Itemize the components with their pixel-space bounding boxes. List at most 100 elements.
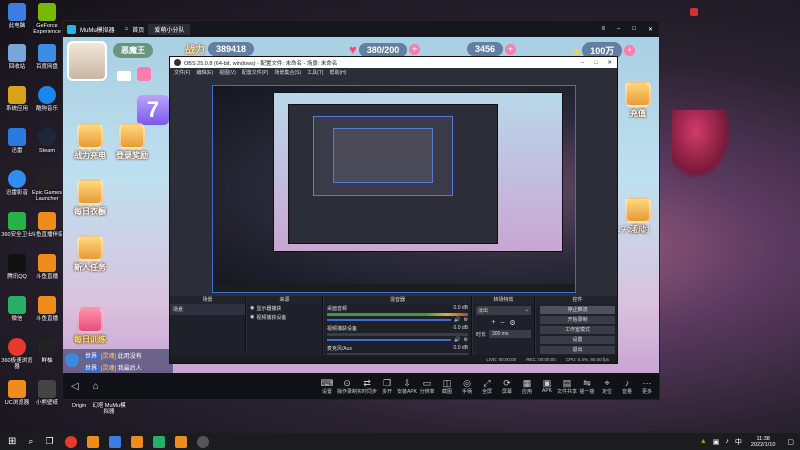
desktop-icon-wallpaper[interactable]: 小熊壁纸 bbox=[30, 380, 64, 406]
taskbar-app-douyu-icon[interactable] bbox=[86, 435, 99, 448]
desktop-icon-system[interactable]: 系统应用 bbox=[0, 86, 34, 112]
windows-start-icon[interactable]: ⊞ bbox=[8, 436, 16, 447]
taskbar-app-obs-icon[interactable] bbox=[196, 435, 209, 448]
eye-icon[interactable]: ◉ bbox=[250, 305, 254, 312]
obs-preview[interactable] bbox=[212, 85, 576, 293]
desktop-icon-recycle-bin[interactable]: 回收站 bbox=[0, 44, 34, 70]
remove-transition-icon[interactable]: – bbox=[500, 319, 504, 327]
add-transition-icon[interactable]: + bbox=[491, 319, 495, 327]
transition-select[interactable]: 淡出 ⌄ bbox=[476, 306, 531, 315]
desktop-icon-origin[interactable]: Origin bbox=[62, 403, 96, 409]
game-button-login-reward[interactable]: 登录奖励 bbox=[115, 123, 149, 161]
add-gold-icon[interactable]: + bbox=[624, 45, 636, 56]
desktop-icon-douyu-1[interactable]: 斗鱼直播伴侣 bbox=[30, 212, 64, 238]
search-icon[interactable]: ⌕ bbox=[28, 436, 33, 447]
toolbar-files[interactable]: ▤ 文件共享 bbox=[557, 378, 577, 395]
desktop-icon-wechat[interactable]: 微信 bbox=[0, 296, 34, 322]
add-diamond-icon[interactable]: + bbox=[505, 43, 517, 55]
scene-item[interactable]: 场景 bbox=[170, 304, 245, 315]
level-badge[interactable]: 7 bbox=[137, 95, 169, 125]
transition-settings-icon[interactable]: ⚙ bbox=[509, 319, 515, 327]
notification-icon[interactable]: ▢ bbox=[787, 438, 794, 446]
maximize-icon[interactable]: □ bbox=[632, 26, 636, 32]
toolbar-resolution[interactable]: ▭ 分辨率 bbox=[417, 378, 437, 395]
desktop-icon-this-pc[interactable]: 此电脑 bbox=[0, 3, 34, 29]
toolbar-record[interactable]: ⊙ 操作录制 bbox=[337, 378, 357, 395]
minimize-icon[interactable]: – bbox=[617, 26, 620, 32]
track-settings-icon[interactable]: ⚙ bbox=[464, 337, 468, 343]
volume-slider[interactable] bbox=[327, 339, 452, 341]
toolbar-volume[interactable]: ♪ 音量 bbox=[617, 378, 637, 395]
menu-scene-collection[interactable]: 场景集合(S) bbox=[274, 69, 301, 76]
obs-close-icon[interactable]: ✕ bbox=[607, 60, 612, 66]
menu-edit[interactable]: 编辑(E) bbox=[196, 69, 213, 76]
mail-icon[interactable] bbox=[117, 71, 131, 81]
studio-mode-button[interactable]: 工作室模式 bbox=[540, 326, 615, 334]
menu-file[interactable]: 文件(F) bbox=[174, 69, 190, 76]
obs-minimize-icon[interactable]: – bbox=[581, 60, 584, 66]
duration-input[interactable]: 300 ms bbox=[489, 330, 531, 338]
game-button-newbie-task[interactable]: 新人任务 bbox=[73, 235, 107, 273]
menu-tools[interactable]: 工具(T) bbox=[307, 69, 323, 76]
game-button-charge[interactable]: 战力充电 bbox=[73, 123, 107, 161]
desktop-icon-douyu-2[interactable]: 斗鱼直播 bbox=[30, 254, 64, 280]
start-recording-button[interactable]: 开始录制 bbox=[540, 316, 615, 324]
desktop-icon-360[interactable]: 360安全卫士 bbox=[0, 212, 34, 238]
desktop-icon-baidu[interactable]: 百度网盘 bbox=[30, 44, 64, 70]
taskbar-app-wechat-icon[interactable] bbox=[152, 435, 165, 448]
exit-button[interactable]: 退出 bbox=[540, 346, 615, 354]
desktop-icon-xianyou[interactable]: 鲜柚 bbox=[30, 338, 64, 364]
tray-volume-icon[interactable]: ♪ bbox=[725, 438, 729, 445]
avatar[interactable] bbox=[67, 41, 107, 81]
toolbar-more[interactable]: ⋯ 更多 bbox=[637, 378, 657, 395]
toolbar-apps[interactable]: ▦ 应用 bbox=[517, 378, 537, 395]
stop-streaming-button[interactable]: 停止推流 bbox=[540, 306, 615, 314]
speaker-icon[interactable]: 🔊 bbox=[454, 317, 460, 323]
desktop-icon-xunlei-video[interactable]: 迅雷影音 bbox=[0, 170, 34, 196]
track-settings-icon[interactable]: ⚙ bbox=[464, 317, 468, 323]
tray-nvidia-icon[interactable]: ▲ bbox=[700, 438, 707, 445]
tab-game[interactable]: 爱萌小分队 bbox=[148, 23, 191, 35]
desktop-icon-360browser[interactable]: 360极速浏览器 bbox=[0, 338, 34, 370]
clock[interactable]: 11:38 2022/1/10 bbox=[751, 436, 775, 448]
add-stamina-icon[interactable]: + bbox=[409, 44, 421, 55]
menu-profile[interactable]: 配置文件(P) bbox=[242, 69, 269, 76]
taskbar-app-douyu2-icon[interactable] bbox=[130, 435, 143, 448]
toolbar-shake[interactable]: ⇋ 摇一摇 bbox=[577, 378, 597, 395]
close-icon[interactable]: ✕ bbox=[648, 26, 653, 33]
tab-home[interactable]: 首页 bbox=[132, 25, 144, 34]
taskbar-app-explorer-icon[interactable] bbox=[108, 435, 121, 448]
home-button-icon[interactable]: ⌂ bbox=[93, 381, 99, 392]
taskbar-app-douyu3-icon[interactable] bbox=[174, 435, 187, 448]
eye-icon[interactable]: ◉ bbox=[250, 314, 254, 321]
desktop-icon-epic[interactable]: Epic Games Launcher bbox=[30, 170, 64, 202]
toolbar-location[interactable]: ⌖ 定位 bbox=[597, 378, 617, 395]
source-item[interactable]: ◉ 显示器捕获 bbox=[247, 304, 322, 313]
tray-ime-icon[interactable]: 中 bbox=[735, 437, 742, 447]
notice-icon[interactable] bbox=[137, 67, 151, 81]
obs-maximize-icon[interactable]: □ bbox=[594, 60, 597, 66]
desktop-icon-qq[interactable]: 腾讯QQ bbox=[0, 254, 34, 280]
toolbar-screen[interactable]: ⟳ 屏幕 bbox=[497, 378, 517, 395]
game-button-recharge[interactable]: 充值 bbox=[621, 81, 655, 119]
desktop-icon-kugou[interactable]: 酷狗音乐 bbox=[30, 86, 64, 112]
back-icon[interactable]: ◁ bbox=[71, 381, 79, 392]
toolbar-fullscreen[interactable]: ⤢ 全屏 bbox=[477, 378, 497, 395]
toolbar-settings[interactable]: ⌨ 设置 bbox=[317, 378, 337, 395]
task-view-icon[interactable]: ❐ bbox=[45, 436, 53, 447]
desktop-icon-uc[interactable]: UC浏览器 bbox=[0, 380, 34, 406]
toolbar-apk[interactable]: ⇩ 安装APK bbox=[397, 378, 417, 395]
game-button-wardrobe[interactable]: 每日衣橱 bbox=[73, 179, 107, 217]
toolbar-apk2[interactable]: ▣ APK bbox=[537, 378, 557, 394]
desktop-icon-geforce[interactable]: GeForce Experience bbox=[30, 3, 64, 35]
speaker-icon[interactable]: 🔊 bbox=[454, 337, 460, 343]
source-item[interactable]: ◉ 视频捕获设备 bbox=[247, 313, 322, 322]
game-button-daily[interactable]: 每日训练 bbox=[73, 307, 107, 345]
toolbar-screenshot[interactable]: ◫ 截图 bbox=[437, 378, 457, 395]
toolbar-gamepad[interactable]: ◎ 手柄 bbox=[457, 378, 477, 395]
menu-icon[interactable]: ≡ bbox=[601, 26, 605, 32]
home-icon[interactable]: ⌂ bbox=[125, 26, 129, 32]
desktop-icon-mumu[interactable]: 幻塔 MuMu模拟器 bbox=[92, 403, 126, 415]
desktop-icon-steam[interactable]: Steam bbox=[30, 128, 64, 154]
menu-view[interactable]: 视图(V) bbox=[219, 69, 236, 76]
